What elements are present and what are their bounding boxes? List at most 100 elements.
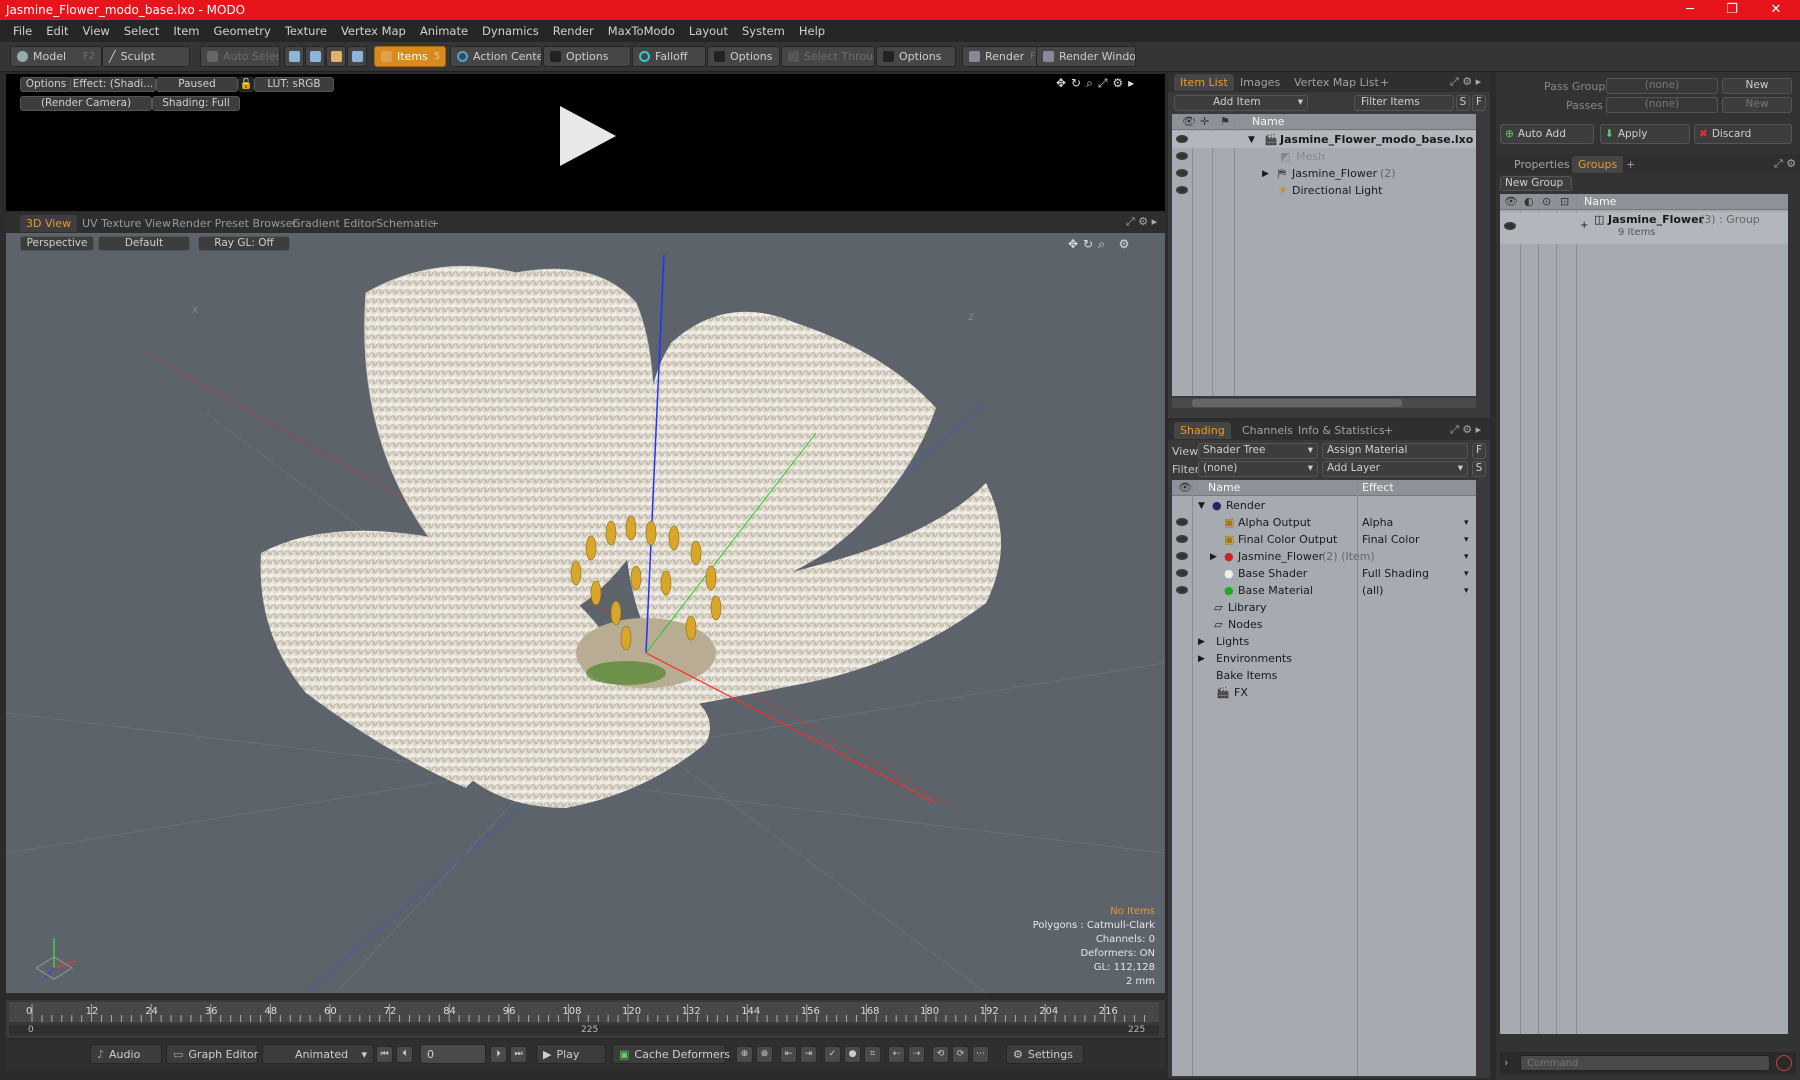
- dropdown-arrow-icon[interactable]: ▾: [1464, 586, 1469, 596]
- viewport-nav-icons[interactable]: ✥↻⌕ ⚙: [1068, 237, 1134, 252]
- shader-row-base-material[interactable]: ● Base Material (all) ▾: [1172, 582, 1476, 599]
- loop-icon[interactable]: ⟲: [932, 1046, 949, 1063]
- options-button-2[interactable]: Options: [707, 46, 780, 67]
- tab-gradient-editor[interactable]: Gradient Editor: [286, 215, 382, 232]
- menu-edit[interactable]: Edit: [39, 24, 75, 38]
- tab-groups[interactable]: Groups: [1572, 156, 1624, 173]
- shading-s-button[interactable]: S: [1472, 461, 1486, 477]
- camera-dropdown[interactable]: (Render Camera): [20, 96, 152, 111]
- auto-select-button[interactable]: Auto Select: [200, 46, 280, 67]
- next-frame-icon[interactable]: ⇥: [800, 1046, 817, 1063]
- new-pass-button[interactable]: New: [1722, 97, 1792, 113]
- viewport-tab-menu-icons[interactable]: ⤢ ⚙ ▸: [1126, 215, 1157, 229]
- effect-dropdown[interactable]: Effect: (Shadi...: [70, 77, 156, 92]
- collapse-arrow-icon[interactable]: ▼: [1248, 135, 1255, 145]
- new-group-button[interactable]: New Group: [1500, 176, 1572, 191]
- animated-dropdown[interactable]: Animated ▾: [262, 1044, 374, 1064]
- go-to-start-icon[interactable]: ⏮: [376, 1046, 393, 1063]
- apply-button[interactable]: ⬇ Apply: [1600, 124, 1690, 144]
- edges-mode-button[interactable]: [305, 46, 325, 67]
- viewport-3d[interactable]: Perspective Default Ray GL: Off ✥↻⌕ ⚙ X …: [6, 233, 1165, 993]
- key-all-icon[interactable]: ⊗: [756, 1046, 773, 1063]
- shader-row-bake-items[interactable]: Bake Items: [1172, 667, 1476, 684]
- menu-layout[interactable]: Layout: [682, 24, 735, 38]
- eye-icon[interactable]: [1176, 552, 1188, 560]
- tab-channels[interactable]: Channels: [1236, 422, 1299, 439]
- eye-icon[interactable]: [1176, 518, 1188, 526]
- tab-vertex-map-list[interactable]: Vertex Map List: [1288, 74, 1385, 91]
- add-tab-icon[interactable]: +: [1620, 156, 1641, 173]
- expand-arrow-icon[interactable]: ▶: [1198, 654, 1205, 664]
- tab-uv-texture-view[interactable]: UV Texture View: [76, 215, 177, 232]
- add-tab-icon[interactable]: +: [1378, 422, 1399, 439]
- polygons-mode-button[interactable]: [326, 46, 346, 67]
- timeline[interactable]: 0 12 24 36 48 60 72 84 96 108 120 132 144 156 168 180 19…: [6, 1000, 1165, 1038]
- expand-arrow-icon[interactable]: ▶: [1210, 552, 1217, 562]
- menu-select[interactable]: Select: [117, 24, 166, 38]
- new-pass-group-button[interactable]: New: [1722, 78, 1792, 94]
- pass-groups-dropdown[interactable]: (none): [1606, 78, 1718, 94]
- prev-frame-icon[interactable]: ⇤: [780, 1046, 797, 1063]
- expand-arrow-icon[interactable]: ▶: [1262, 169, 1269, 179]
- frame-input[interactable]: 0: [420, 1044, 486, 1064]
- menu-help[interactable]: Help: [792, 24, 832, 38]
- item-row-directional-light[interactable]: ☀ Directional Light: [1172, 182, 1476, 199]
- graph-editor-button[interactable]: ▭ Graph Editor: [166, 1044, 258, 1064]
- key-icon[interactable]: ⊕: [736, 1046, 753, 1063]
- discard-button[interactable]: ✖ Discard: [1694, 124, 1792, 144]
- menu-system[interactable]: System: [735, 24, 792, 38]
- eye-icon[interactable]: [1176, 569, 1188, 577]
- add-item-dropdown[interactable]: Add Item ▾: [1174, 95, 1308, 111]
- preview-nav-icons[interactable]: ✥↻⌕⤢⚙▸: [1056, 76, 1139, 91]
- tab-shading[interactable]: Shading: [1174, 422, 1231, 439]
- render-button[interactable]: RenderF9: [962, 46, 1038, 67]
- menu-geometry[interactable]: Geometry: [207, 24, 278, 38]
- settings-button[interactable]: ⚙ Settings: [1006, 1044, 1084, 1064]
- maximize-button[interactable]: ❐: [1712, 0, 1752, 20]
- bounce-icon[interactable]: ⟳: [952, 1046, 969, 1063]
- shader-row-jasmine-flower[interactable]: ▶ ● Jasmine_Flower (2) (Item) ▾: [1172, 548, 1476, 565]
- dropdown-arrow-icon[interactable]: ▾: [1464, 518, 1469, 528]
- expand-arrow-icon[interactable]: ▶: [1198, 637, 1205, 647]
- items-mode-button[interactable]: Items 5: [374, 46, 446, 67]
- filter-items-input[interactable]: Filter Items: [1354, 95, 1454, 111]
- item-row-mesh[interactable]: ◩ Mesh: [1172, 148, 1476, 165]
- prev-key-icon[interactable]: ⇠: [888, 1046, 905, 1063]
- search-s-button[interactable]: S: [1456, 95, 1470, 111]
- channels-icon[interactable]: ✓: [824, 1046, 841, 1063]
- audio-button[interactable]: ♪ Audio: [90, 1044, 162, 1064]
- eye-icon[interactable]: [1504, 222, 1516, 230]
- play-button[interactable]: ▶ Play: [536, 1044, 606, 1064]
- model-button[interactable]: Model F2: [10, 46, 102, 67]
- auto-key-icon[interactable]: ⌗: [864, 1046, 881, 1063]
- dropdown-arrow-icon[interactable]: ▾: [1464, 569, 1469, 579]
- shader-row-alpha-output[interactable]: ▣ Alpha Output Alpha ▾: [1172, 514, 1476, 531]
- add-tab-icon[interactable]: +: [424, 215, 445, 232]
- menu-view[interactable]: View: [76, 24, 117, 38]
- menu-render[interactable]: Render: [546, 24, 601, 38]
- passes-dropdown[interactable]: (none): [1606, 97, 1718, 113]
- play-icon[interactable]: [554, 104, 618, 168]
- options-button-3[interactable]: Options: [876, 46, 956, 67]
- vertices-mode-button[interactable]: [284, 46, 304, 67]
- filter-f-button[interactable]: F: [1472, 95, 1486, 111]
- shader-tree-vscrollbar[interactable]: [1478, 480, 1486, 1076]
- eye-icon[interactable]: [1176, 586, 1188, 594]
- assign-material-button[interactable]: Assign Material: [1322, 443, 1468, 459]
- action-center-button[interactable]: Action Center: [450, 46, 542, 67]
- menu-vertex-map[interactable]: Vertex Map: [334, 24, 413, 38]
- tab-item-list[interactable]: Item List: [1174, 74, 1234, 91]
- shader-row-library[interactable]: ▱ Library: [1172, 599, 1476, 616]
- shader-row-environments[interactable]: ▶ Environments: [1172, 650, 1476, 667]
- shader-row-fx[interactable]: 🎬 FX: [1172, 684, 1476, 701]
- collapse-arrow-icon[interactable]: ▼: [1198, 501, 1205, 511]
- filter-dropdown[interactable]: (none) ▾: [1198, 461, 1318, 477]
- eye-icon[interactable]: [1176, 535, 1188, 543]
- tab-properties[interactable]: Properties: [1508, 156, 1576, 173]
- expand-plus-icon[interactable]: +: [1580, 220, 1588, 231]
- lut-dropdown[interactable]: LUT: sRGB: [254, 77, 334, 92]
- falloff-button[interactable]: Falloff: [632, 46, 706, 67]
- view-dropdown[interactable]: Shader Tree ▾: [1198, 443, 1318, 459]
- render-window-button[interactable]: Render Window: [1036, 46, 1136, 67]
- dropdown-arrow-icon[interactable]: ▾: [1464, 535, 1469, 545]
